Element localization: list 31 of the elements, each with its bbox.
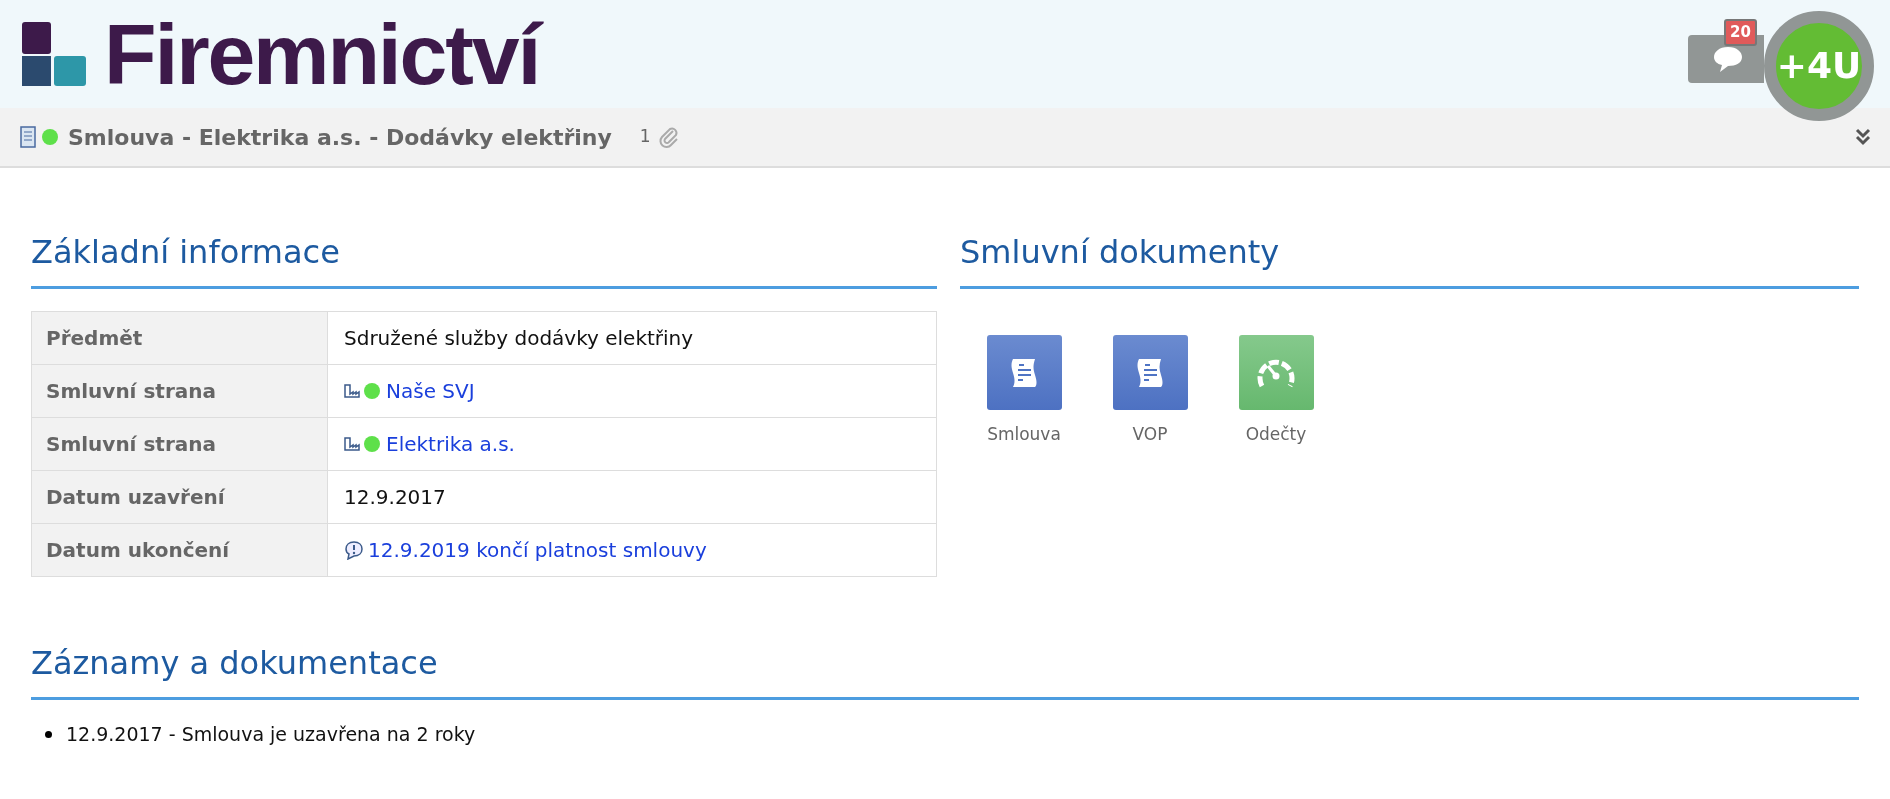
record-entry: 12.9.2017 - Smlouva je uzavřena na 2 roky xyxy=(66,722,476,747)
document-label: Smlouva xyxy=(987,423,1061,446)
field-label: Datum uzavření xyxy=(31,470,328,524)
field-label: Datum ukončení xyxy=(31,523,328,577)
section-heading: Základní informace xyxy=(31,228,937,289)
document-tile-button[interactable] xyxy=(986,335,1062,410)
field-value: Sdružené služby dodávky elektřiny xyxy=(344,326,694,350)
section-heading: Smluvní dokumenty xyxy=(960,228,1859,289)
speech-bubble-icon xyxy=(1712,45,1744,73)
field-label: Předmět xyxy=(31,311,328,365)
document-tile-button[interactable] xyxy=(1238,335,1314,410)
factory-icon xyxy=(344,384,360,398)
bullet-icon xyxy=(45,730,52,738)
factory-icon xyxy=(344,437,360,451)
attachment-count: 1 xyxy=(639,125,651,149)
document-label: Odečty xyxy=(1245,423,1307,446)
notification-badge: 20 xyxy=(1724,19,1757,46)
logo-icon xyxy=(22,22,86,86)
field-label: Smluvní strana xyxy=(31,417,328,471)
double-chevron-down-icon[interactable] xyxy=(1854,127,1872,147)
document-label: VOP xyxy=(1132,423,1168,446)
section-heading: Záznamy a dokumentace xyxy=(31,639,1859,700)
exclamation-bubble-icon xyxy=(344,540,364,560)
field-value: 12.9.2017 xyxy=(344,485,446,509)
party-link[interactable]: Elektrika a.s. xyxy=(386,429,515,459)
party-link[interactable]: Naše SVJ xyxy=(386,376,475,406)
page-title: Smlouva - Elektrika a.s. - Dodávky elektřiny xyxy=(68,123,612,152)
scroll-icon xyxy=(18,125,38,149)
field-label: Smluvní strana xyxy=(31,364,328,418)
messages-button[interactable] xyxy=(1688,35,1764,83)
document-tile-button[interactable] xyxy=(1112,335,1188,410)
